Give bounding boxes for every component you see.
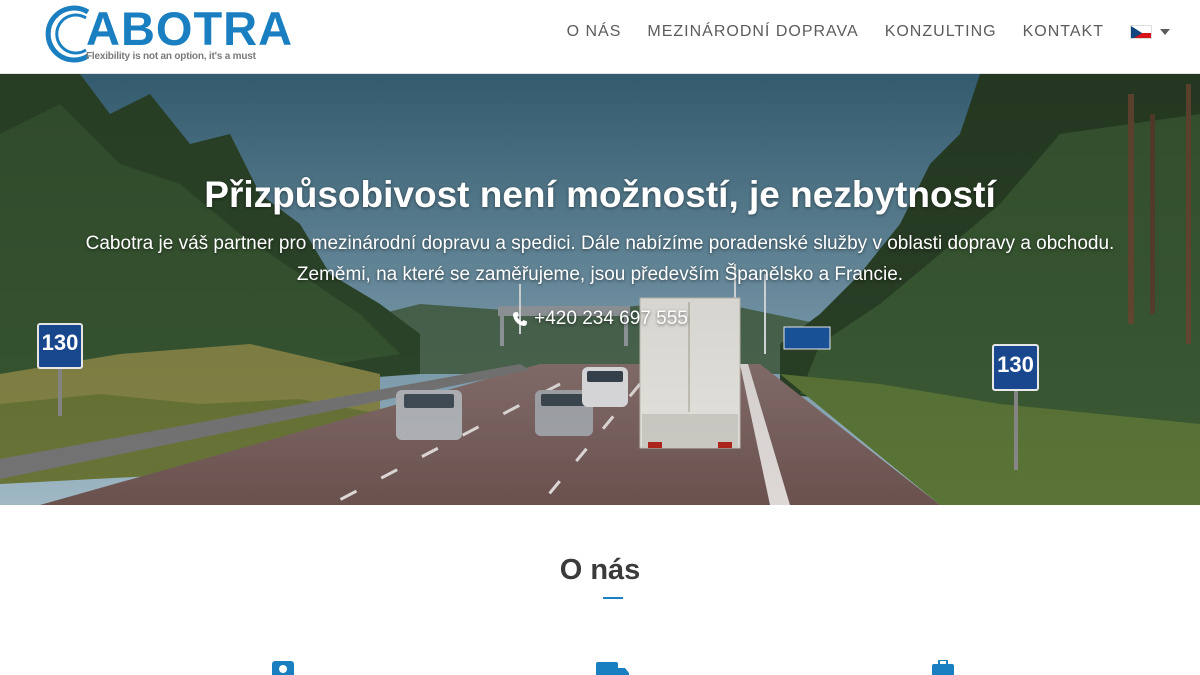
about-section-title: O nás [559,554,641,586]
hero-description: Cabotra je váš partner pro mezinárodní d… [85,233,1115,285]
nav-item-mezinarodni-doprava[interactable]: MEZINÁRODNÍ DOPRAVA [647,23,858,41]
nav-item-o-nas[interactable]: O NÁS [567,23,622,41]
main-nav: O NÁS MEZINÁRODNÍ DOPRAVA KONZULTING KON… [541,0,1170,64]
hero-title: Přizpůsobivost není možností, je nezbytn… [204,174,996,215]
user-icon [271,660,295,675]
briefcase-icon [931,660,955,675]
speed-sign-right: 130 [997,352,1034,377]
hero-phone-link[interactable]: +420 234 697 555 [0,308,1200,330]
phone-icon [513,312,528,326]
logo[interactable]: ABOTRA Flexibility is not an option, it'… [44,4,294,66]
site-header: ABOTRA Flexibility is not an option, it'… [0,0,1200,74]
hero-phone-number: +420 234 697 555 [534,308,688,329]
truck-icon [596,660,630,675]
nav-item-kontakt[interactable]: KONTAKT [1023,23,1104,41]
section-title-underline [603,597,623,599]
language-switcher[interactable] [1130,25,1170,39]
logo-tagline: Flexibility is not an option, it's a mus… [86,51,256,62]
czech-flag-icon [1130,25,1152,39]
nav-item-konzulting[interactable]: KONZULTING [885,23,997,41]
logo-wordmark: ABOTRA [86,2,294,55]
chevron-down-icon [1160,29,1170,35]
hero-banner: 130 130 Přizpůsobivost není možností, je… [0,74,1200,505]
speed-sign-left: 130 [41,330,79,355]
